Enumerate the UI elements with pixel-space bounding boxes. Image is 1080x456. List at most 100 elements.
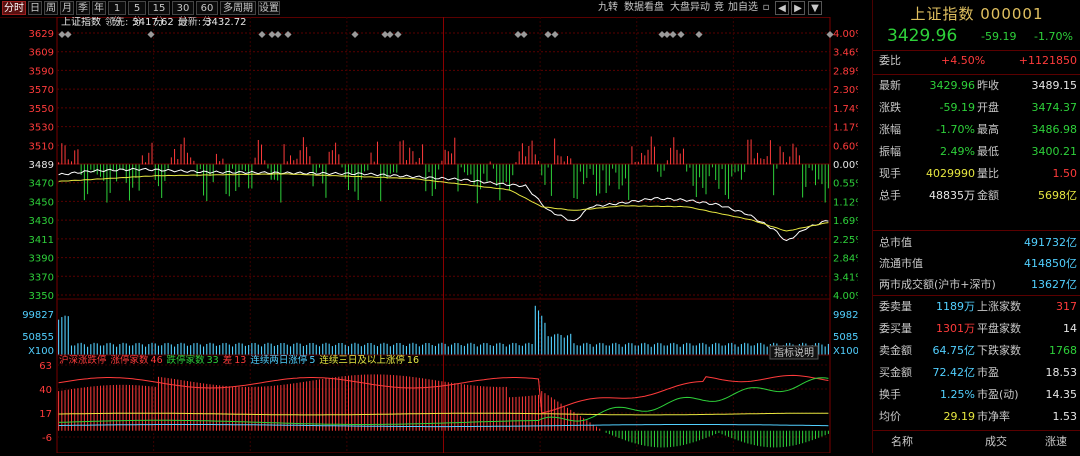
price-tick-right: 2.25% [833,235,858,246]
quote-stat-value-2: 5698亿 [1038,189,1077,202]
tab-11[interactable]: 多周期 [220,1,256,15]
price-tick-left: 3430 [29,216,54,227]
event-marker-icon [551,30,559,39]
quote-stat-value-2: 3400.21 [1031,145,1078,158]
breadth-two-board-value: 5 [309,355,315,366]
col-name[interactable]: 名称 [891,431,913,453]
order-stat-value-1: 1301万 [936,322,975,335]
event-marker-icon [695,30,703,39]
quote-stat-row: 涨跌 -59.19 开盘 3474.37 [879,98,1079,118]
col-volume[interactable]: 成交 [985,431,1007,453]
quote-stat-value-1: 2.49% [940,145,975,158]
quote-stat-value-1: -1.70% [936,123,975,136]
price-tick-left: 3590 [29,66,54,77]
event-marker-icon [386,30,394,39]
quote-change: -59.19 [981,30,1017,43]
breadth-two-board-label: 连续两日涨停 [250,354,308,366]
price-tick-left: 3629 [29,29,54,40]
quote-stat-label-2: 昨收 [977,79,999,92]
tab-9[interactable]: 30分 [172,1,194,28]
price-tick-right: 0.55% [833,179,858,190]
price-tick-right: 4.00% [833,29,858,40]
tab-1[interactable]: 日 [28,1,42,15]
data-view-button[interactable]: 数据看盘 [622,1,666,15]
market-value-label: 总市值 [879,236,912,249]
quote-change-pct: -1.70% [1034,30,1073,43]
prev-arrow-icon[interactable]: ◀ [775,1,789,15]
event-marker-icon [520,30,528,39]
quote-stat-value-1: 4029990 [926,167,975,180]
event-marker-icon [274,30,282,39]
order-stat-row: 换手 1.25% 市盈(动) 14.35 [879,385,1079,405]
tab-10[interactable]: 60分 [196,1,218,28]
quote-stat-label-1: 总手 [879,189,901,202]
tick-list-header: 名称 成交 涨速 [873,431,1080,453]
order-stat-row: 委买量 1301万 平盘家数 14 [879,319,1079,339]
order-stat-row: 买金额 72.42亿 市盈 18.53 [879,363,1079,383]
volume-tick: 50855 [22,332,54,343]
price-tick-right: 1.17% [833,123,858,134]
order-stat-value-2: 1.53 [1052,410,1078,423]
breadth-tick: 17 [39,409,52,420]
price-tick-right: 0.60% [833,141,858,152]
price-tick-right: 1.74% [833,104,858,115]
tab-12[interactable]: 设置 [258,1,280,15]
price-tick-left: 3350 [29,291,54,302]
order-stat-label-1: 委买量 [879,322,912,335]
order-stat-value-1: 1.25% [940,388,975,401]
tab-6[interactable]: 1分 [108,1,126,28]
market-value-row: 总市值 491732亿 [879,233,1079,253]
order-stat-label-2: 市盈(动) [977,388,1019,401]
quote-stat-label-1: 涨幅 [879,123,901,136]
intraday-chart: 3629 4.00% 3609 3.46% 3590 2.89% 3570 2.30% 3550… [0,15,865,454]
add-watchlist-button[interactable]: 加自选 [727,1,759,15]
quote-stat-label-2: 金额 [977,189,999,202]
market-alert-button[interactable]: 大盘异动 [668,1,712,15]
quote-price: 3429.96 [887,26,958,46]
breadth-three-board-label: 连续三日及以上涨停 [319,354,405,366]
price-tick-left: 3390 [29,254,54,265]
order-ratio-diff: +1121850 [1018,54,1077,67]
dropdown-icon[interactable]: ▼ [808,1,822,15]
price-tick-left: 3530 [29,123,54,134]
order-stat-value-1: 72.42亿 [932,366,976,379]
market-value-value: 414850亿 [1024,257,1077,270]
order-stat-value-1: 1189万 [936,300,975,313]
tab-7[interactable]: 5分 [128,1,146,28]
breadth-title: 沪深涨跌停 [59,354,107,366]
quote-stat-label-1: 涨跌 [879,101,901,114]
event-marker-icon [544,30,552,39]
quote-stat-row: 现手 4029990 量比 1.50 [879,164,1079,184]
quote-stat-row: 最新 3429.96 昨收 3489.15 [879,76,1079,96]
next-arrow-icon[interactable]: ▶ [791,1,805,15]
lock-icon[interactable]: ▫ [760,1,772,15]
order-stat-label-1: 均价 [879,410,901,423]
col-speed[interactable]: 涨速 [1045,431,1067,453]
auction-button[interactable]: 竞 [713,1,725,15]
header-lead-value: 3417.62 [132,17,173,28]
event-marker-icon [147,30,155,39]
order-ratio-row: 委比 +4.50% +1121850 [879,51,1079,71]
price-tick-right: 3.41% [833,272,858,283]
header-index-name: 上证指数 [61,17,101,28]
intraday-chart-svg: 3629 4.00% 3609 3.46% 3590 2.89% 3570 2.30% 3550… [22,15,865,454]
tab-3[interactable]: 月 [60,1,74,15]
price-tick-left: 3470 [29,179,54,190]
jiuzhuan-button[interactable]: 九转 [596,1,620,15]
tab-8[interactable]: 15分 [148,1,170,28]
tab-4[interactable]: 季 [76,1,90,15]
event-marker-icon [351,30,359,39]
header-lead-label: 领先: [105,17,128,28]
header-latest-label: 最新: [178,17,201,28]
tab-2[interactable]: 周 [44,1,58,15]
breadth-tick: 63 [39,361,52,372]
price-tick-right: 2.84% [833,254,858,265]
breadth-diff-label: 差 [223,354,233,366]
quote-stat-label-1: 现手 [879,167,901,180]
volume-tick: 99827 [22,310,54,321]
event-marker-icon [669,30,677,39]
quote-title: 上证指数 000001 [910,5,1044,23]
tab-0[interactable]: 分时 [2,1,26,15]
tab-5[interactable]: 年 [92,1,106,15]
market-value-label: 流通市值 [879,257,923,270]
